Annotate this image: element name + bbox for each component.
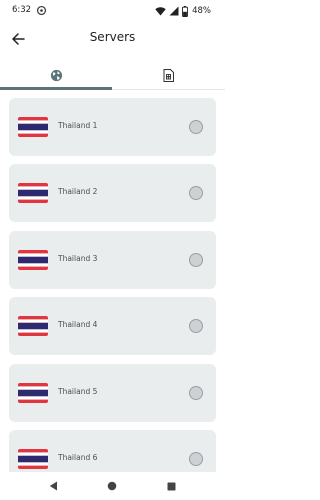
- tab-sim[interactable]: [112, 60, 224, 90]
- thailand-flag-icon: [18, 316, 48, 336]
- tab-servers[interactable]: [0, 60, 112, 90]
- nav-home-icon: [107, 481, 117, 491]
- battery-percent: 48%: [192, 6, 211, 16]
- server-item[interactable]: Thailand 1: [9, 98, 216, 156]
- server-name: Thailand 1: [58, 121, 98, 130]
- server-item[interactable]: Thailand 5: [9, 364, 216, 422]
- thailand-flag-icon: [18, 117, 48, 137]
- thailand-flag-icon: [18, 183, 48, 203]
- nav-back-icon: [49, 481, 57, 491]
- page-title: Servers: [89, 30, 136, 44]
- status-bar: 6:32 48%: [0, 0, 225, 22]
- sim-card-icon: [163, 68, 174, 82]
- wifi-icon: [155, 7, 166, 16]
- tab-bar: [0, 60, 225, 90]
- server-item[interactable]: Thailand 6: [9, 430, 216, 472]
- nav-home-button[interactable]: [104, 478, 120, 494]
- server-radio[interactable]: [189, 452, 203, 466]
- nav-back-button[interactable]: [45, 478, 61, 494]
- nav-recents-button[interactable]: [163, 478, 179, 494]
- server-radio[interactable]: [189, 186, 203, 200]
- server-name: Thailand 5: [58, 387, 98, 396]
- signal-icon: [169, 6, 179, 16]
- server-item[interactable]: Thailand 4: [9, 297, 216, 355]
- server-list[interactable]: Thailand 1 Thailand 2 Thailand 3 Thailan…: [9, 98, 216, 472]
- server-item[interactable]: Thailand 2: [9, 164, 216, 222]
- sync-icon: [36, 5, 47, 16]
- server-name: Thailand 4: [58, 320, 98, 329]
- thailand-flag-icon: [18, 250, 48, 270]
- server-radio[interactable]: [189, 120, 203, 134]
- server-name: Thailand 6: [58, 453, 98, 462]
- globe-icon: [50, 69, 62, 81]
- app-bar: Servers: [0, 22, 225, 56]
- server-name: Thailand 3: [58, 254, 98, 263]
- thailand-flag-icon: [18, 383, 48, 403]
- nav-recents-icon: [167, 482, 175, 490]
- server-radio[interactable]: [189, 319, 203, 333]
- server-radio[interactable]: [189, 386, 203, 400]
- server-item[interactable]: Thailand 3: [9, 231, 216, 289]
- status-icons: 48%: [155, 5, 211, 17]
- system-nav-bar: [0, 472, 225, 500]
- tab-indicator: [0, 87, 112, 90]
- server-radio[interactable]: [189, 253, 203, 267]
- server-name: Thailand 2: [58, 187, 98, 196]
- status-time: 6:32: [12, 5, 32, 15]
- thailand-flag-icon: [18, 449, 48, 469]
- battery-icon: [182, 5, 189, 17]
